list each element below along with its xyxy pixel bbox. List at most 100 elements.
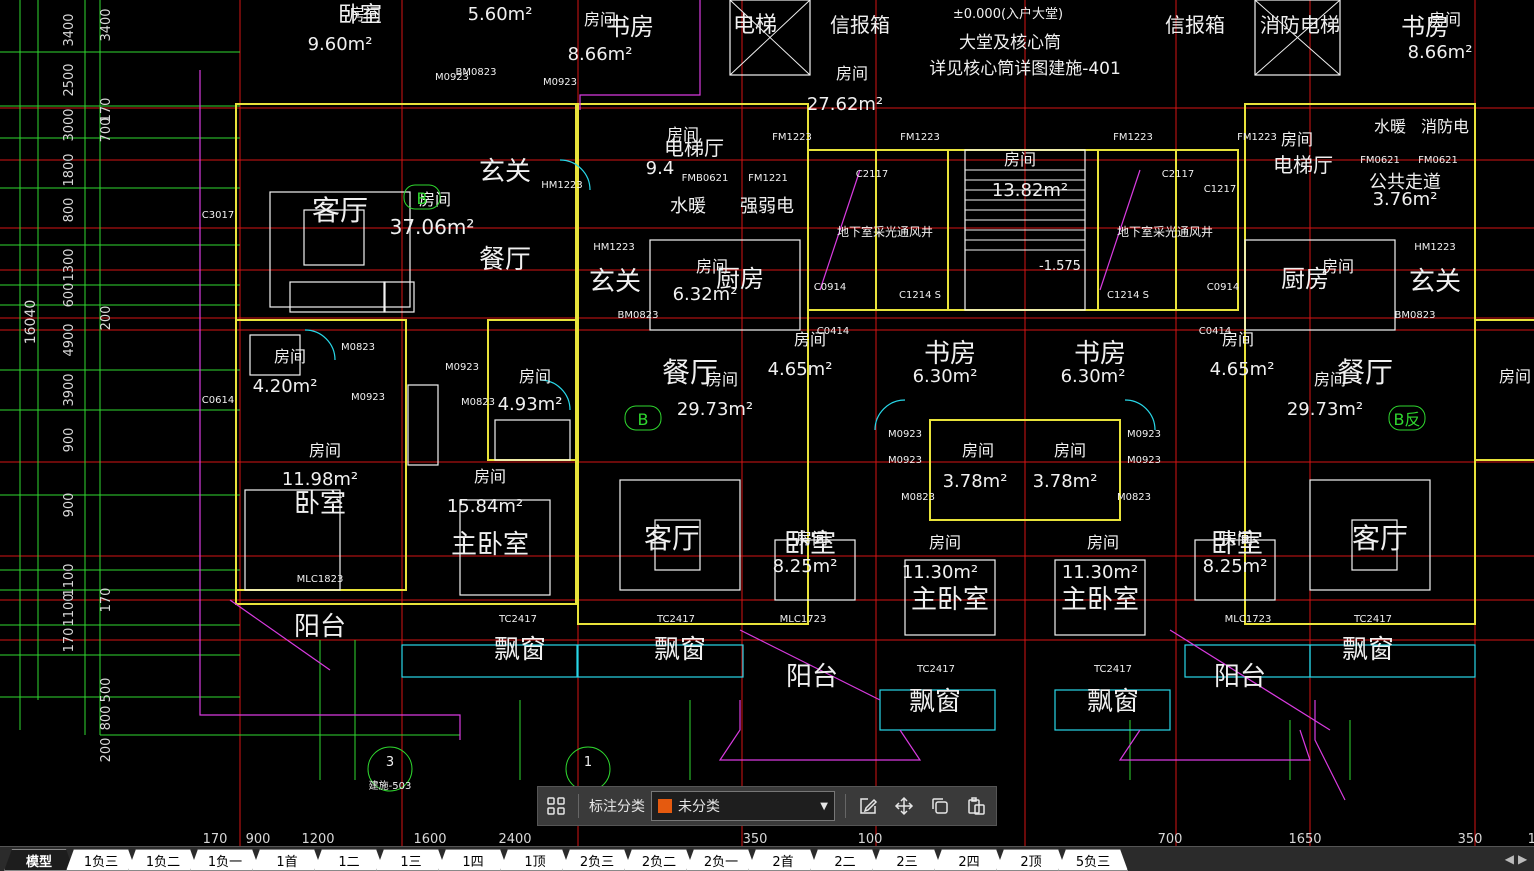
room-label: 玄关 (479, 157, 531, 187)
door-window-tag: C2117 (856, 169, 888, 180)
room-label: 房间 (836, 64, 868, 83)
door-window-tag: BM0823 (618, 310, 659, 321)
door-window-tag: C0414 (1199, 326, 1231, 337)
category-value: 未分类 (678, 799, 720, 815)
layout-tab[interactable]: 1二 (314, 849, 384, 871)
door-window-tag: M0823 (1117, 492, 1151, 503)
door-window-tag: MLC1823 (297, 574, 344, 585)
room-label: 书房 (606, 13, 654, 41)
grid-icon[interactable] (538, 788, 574, 824)
door-window-tag: C2117 (1162, 169, 1194, 180)
door-window-tag: MLC1723 (1225, 614, 1272, 625)
layout-tab[interactable]: 1三 (376, 849, 446, 871)
room-label: 电梯 (733, 13, 777, 38)
door-window-tag: C1217 (1204, 184, 1236, 195)
room-label: 房间 (1314, 370, 1346, 389)
layout-tab-bar: 模型 1负三 1负二 1负一 1首 1二 1三 1四 1顶 2负三 2负二 2负一 2首 2二 2三 2四 2顶… (0, 846, 1534, 871)
axis-bubble-label: B反 (1394, 410, 1421, 429)
room-label: -1.575 (1039, 259, 1081, 274)
layout-tab[interactable]: 2首 (748, 849, 818, 871)
room-label: 消防电梯 (1260, 13, 1340, 37)
chevron-left-icon[interactable]: ◀ (1505, 852, 1514, 866)
dimension-text: 2400 (498, 832, 531, 846)
dimension-text: 170 (203, 832, 228, 846)
room-label: 客厅 (644, 522, 700, 555)
layout-tab[interactable]: 5负三 (1058, 849, 1128, 871)
copy-icon[interactable] (922, 788, 958, 824)
tab-model-active[interactable]: 模型 (4, 849, 74, 871)
room-label: 3.78m² (943, 471, 1008, 492)
room-label: 房间 (519, 367, 551, 386)
door-window-tag: FM1221 (748, 173, 788, 184)
layout-tab[interactable]: 1首 (252, 849, 322, 871)
room-label: 29.73m² (1287, 399, 1363, 420)
door-window-tag: FM1223 (772, 132, 812, 143)
door-window-tag: C0414 (817, 326, 849, 337)
room-label: 房间 (1054, 441, 1086, 460)
room-label: 书房 (1074, 339, 1126, 369)
room-label: 消防电 (1421, 117, 1469, 136)
room-label: 6.30m² (1061, 366, 1126, 387)
door-window-tag: TC2417 (656, 614, 695, 625)
room-label: 房间 (962, 441, 994, 460)
room-label: 4.65m² (1210, 359, 1275, 380)
room-label: 水暖 (1374, 117, 1406, 136)
layout-tab[interactable]: 2二 (810, 849, 880, 871)
door-window-tag: FM0621 (1418, 155, 1458, 166)
layout-tab[interactable]: 2四 (934, 849, 1004, 871)
room-label: 地下室采光通风井 (837, 224, 933, 239)
room-label: 3.76m² (1373, 189, 1438, 210)
dimension-text: 200 (99, 306, 114, 331)
dimension-text: 4900 (62, 323, 77, 356)
room-label: 客厅 (1352, 522, 1408, 555)
room-label: 地下室采光通风井 (1117, 224, 1213, 239)
room-label: 强弱电 (740, 196, 794, 217)
room-label: 房间 (1281, 130, 1313, 149)
dimension-text: 1200 (301, 832, 334, 846)
room-label: 大堂及核心筒 (959, 33, 1061, 53)
chevron-right-icon[interactable]: ▶ (1518, 852, 1527, 866)
door-window-tag: BM0823 (1395, 310, 1436, 321)
room-label: 房间 (1087, 533, 1119, 552)
door-window-tag: M0923 (888, 429, 922, 440)
room-label: 11.98m² (282, 469, 358, 490)
door-window-tag: HM1223 (541, 180, 583, 191)
dimension-text: 200 (99, 738, 114, 763)
layout-tab[interactable]: 1负一 (190, 849, 260, 871)
edit-icon[interactable] (850, 788, 886, 824)
layout-tab[interactable]: 1负三 (66, 849, 136, 871)
room-label: 3.78m² (1033, 471, 1098, 492)
room-label: 餐厅 (479, 245, 531, 275)
category-dropdown[interactable]: 未分类 ▼ (651, 791, 835, 821)
dimension-text: 900 (62, 428, 77, 453)
room-label: 6.30m² (913, 366, 978, 387)
dimension-total-text: 16040 (23, 300, 39, 345)
move-icon[interactable] (886, 788, 922, 824)
dimension-text: 1300 (62, 248, 77, 281)
room-label: 房间 (1221, 529, 1253, 548)
layout-tab[interactable]: 1负二 (128, 849, 198, 871)
room-label: 15.84m² (447, 496, 523, 517)
dimension-text: 900 (62, 493, 77, 518)
door-window-tag: FM0621 (1360, 155, 1400, 166)
door-window-tag: FM1223 (900, 132, 940, 143)
paste-icon[interactable] (958, 788, 994, 824)
cad-drawing-canvas[interactable]: 3400250030001800800130060049003900900900… (0, 0, 1534, 846)
layout-tabs: 模型 1负三 1负二 1负一 1首 1二 1三 1四 1顶 2负三 2负二 2负一 2首 2二 2三 2四 2顶… (0, 849, 1120, 871)
room-label: 房间 (796, 529, 828, 548)
layout-tab[interactable]: 2三 (872, 849, 942, 871)
dimension-text: 600 (62, 283, 77, 308)
axis-bubble-label: B (638, 410, 649, 429)
layout-tab[interactable]: 2负一 (686, 849, 756, 871)
tab-scroll-controls[interactable]: ◀ ▶ (1498, 847, 1534, 871)
room-label: 11.30m² (902, 562, 978, 583)
layout-tab[interactable]: 1顶 (500, 849, 570, 871)
room-label: 飘窗 (1087, 687, 1139, 717)
layout-tab[interactable]: 2负二 (624, 849, 694, 871)
dimension-text: 700 (99, 118, 114, 143)
room-label: 8.66m² (1408, 42, 1473, 63)
layout-tab[interactable]: 1四 (438, 849, 508, 871)
layout-tab[interactable]: 2顶 (996, 849, 1066, 871)
chevron-down-icon: ▼ (820, 800, 828, 812)
layout-tab[interactable]: 2负三 (562, 849, 632, 871)
